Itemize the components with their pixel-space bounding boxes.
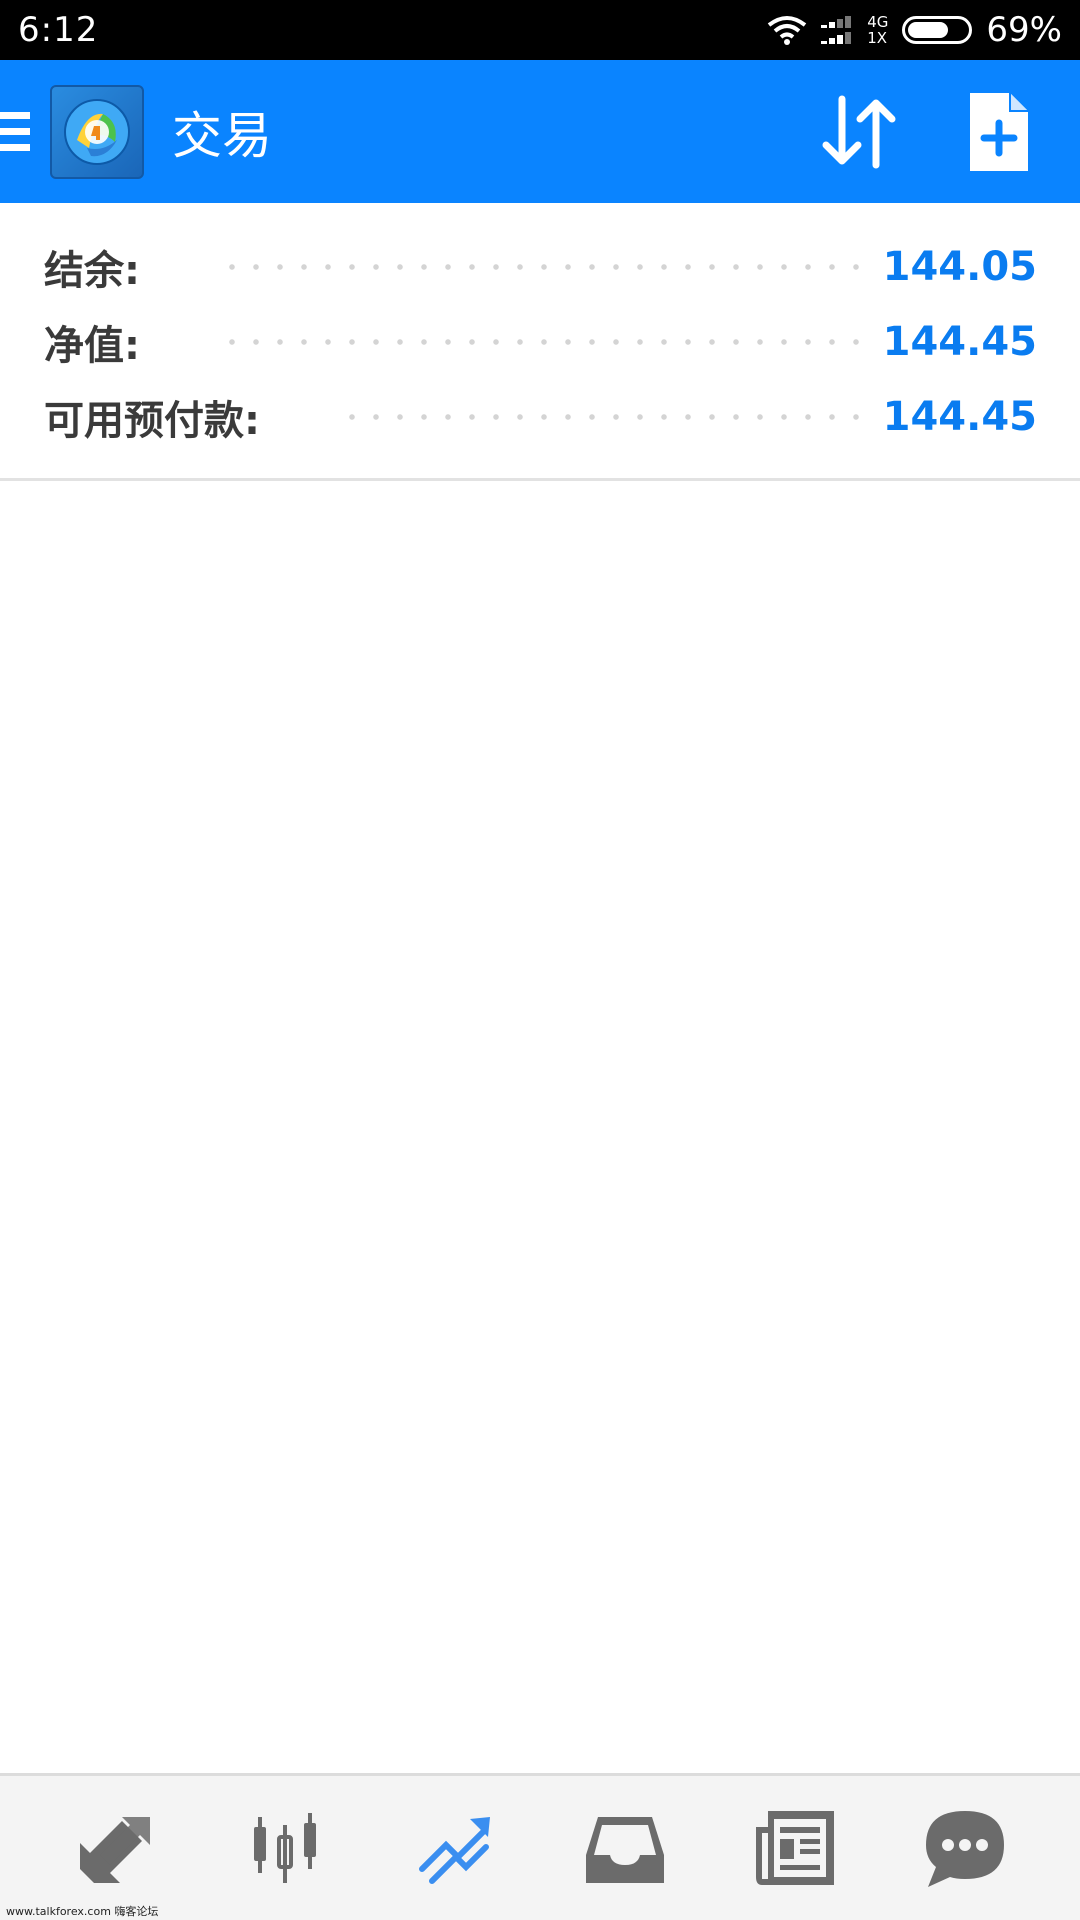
- nav-trade[interactable]: [400, 1793, 510, 1903]
- metatrader-logo-icon: [50, 84, 144, 179]
- battery-fill: [908, 22, 949, 38]
- equity-value: 144.45: [882, 318, 1037, 365]
- wifi-icon: [768, 16, 807, 45]
- free-margin-label: 可用预付款:: [44, 397, 260, 444]
- nav-chat[interactable]: [910, 1793, 1020, 1903]
- trade-icon: [419, 1817, 490, 1884]
- free-margin-row: 可用预付款: 144.45: [44, 379, 1037, 454]
- screen: 6:12 4G 1X 69% 交易 结余: 144.05 净值: 144.45 …: [0, 0, 1080, 1920]
- dotted-leader: [220, 338, 863, 345]
- network-type-top: 4G: [867, 13, 889, 31]
- page-title: 交易: [172, 106, 272, 165]
- history-inbox-icon: [586, 1817, 664, 1883]
- bottom-navigation: [0, 1773, 1080, 1920]
- news-icon: [756, 1811, 834, 1885]
- balance-label: 结余:: [44, 247, 140, 294]
- dotted-leader: [340, 413, 863, 420]
- battery-icon: [902, 16, 973, 44]
- dotted-leader: [220, 263, 863, 270]
- chart-candlestick-icon: [254, 1813, 316, 1883]
- network-type: 4G 1X: [867, 14, 888, 46]
- nav-chart[interactable]: [230, 1793, 340, 1903]
- status-bar: 6:12 4G 1X 69%: [0, 0, 1080, 60]
- network-type-bottom: 1X: [867, 29, 888, 47]
- quotes-arrows-icon: [80, 1817, 150, 1883]
- app-bar: 交易: [0, 60, 1080, 203]
- chat-icon: [926, 1811, 1004, 1887]
- status-time: 6:12: [18, 10, 99, 50]
- balance-value: 144.05: [882, 243, 1037, 290]
- nav-history[interactable]: [570, 1793, 680, 1903]
- sort-icon[interactable]: [814, 87, 904, 177]
- signal-icon: [821, 16, 852, 44]
- free-margin-value: 144.45: [882, 393, 1037, 440]
- hamburger-menu-icon[interactable]: [0, 102, 34, 162]
- new-document-icon[interactable]: [964, 87, 1034, 177]
- nav-news[interactable]: [740, 1793, 850, 1903]
- equity-row: 净值: 144.45: [44, 304, 1037, 379]
- watermark: www.talkforex.com 嗨客论坛: [6, 1905, 159, 1918]
- balance-row: 结余: 144.05: [44, 229, 1037, 304]
- nav-quotes[interactable]: [60, 1793, 170, 1903]
- equity-label: 净值:: [44, 322, 140, 369]
- battery-percent: 69%: [986, 10, 1062, 50]
- status-icons: 4G 1X 69%: [767, 10, 1062, 50]
- account-summary: 结余: 144.05 净值: 144.45 可用预付款: 144.45: [0, 203, 1080, 481]
